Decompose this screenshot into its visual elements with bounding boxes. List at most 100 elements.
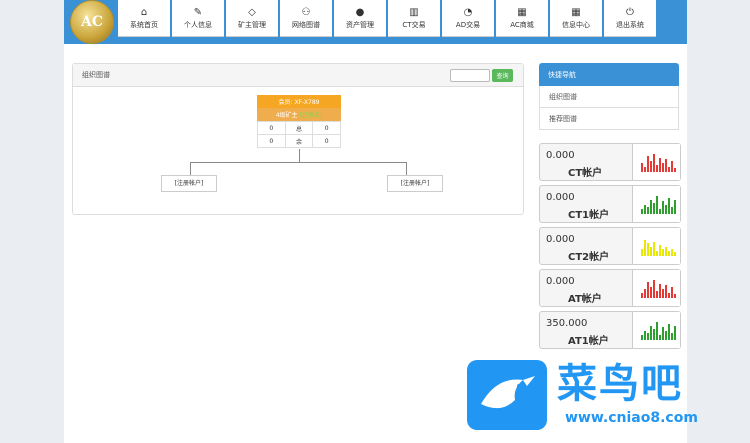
spark-bar — [674, 168, 676, 172]
spark-bar — [671, 207, 673, 214]
account-balance: 0.000 — [546, 192, 575, 203]
tree-connector — [299, 149, 300, 162]
spark-bar — [644, 289, 646, 298]
spark-bar — [662, 201, 664, 214]
spark-bar — [668, 251, 670, 256]
spark-bar — [659, 335, 661, 340]
nav-label: AC商城 — [510, 20, 534, 29]
watermark-url: www.cniao8.com — [565, 410, 698, 426]
spark-bar — [653, 203, 655, 214]
nav-item[interactable]: ▥ CT交易 — [388, 0, 440, 37]
register-account-left[interactable]: [注册帐户] — [161, 175, 217, 192]
spark-bar — [662, 163, 664, 172]
register-account-label: [注册帐户] — [161, 175, 217, 188]
nav-item[interactable]: ▦ 信息中心 — [550, 0, 602, 37]
quick-link-org-chart[interactable]: 组织图谱 — [539, 86, 679, 108]
spark-bar — [665, 159, 667, 172]
nav-label: 信息中心 — [562, 20, 590, 29]
quick-nav: 快捷导航 组织图谱 推荐图谱 — [539, 63, 679, 130]
account-card[interactable]: 0.000 CT1帐户 — [539, 185, 681, 223]
spark-bar — [653, 280, 655, 298]
account-card[interactable]: 0.000 AT帐户 — [539, 269, 681, 307]
row-label: 余 — [284, 134, 314, 148]
account-card[interactable]: 350.000 AT1帐户 — [539, 311, 681, 349]
dashboard-icon: ◔ — [463, 6, 473, 18]
spark-bar — [644, 205, 646, 214]
nav-item[interactable]: ▦ AC商城 — [496, 0, 548, 37]
nav-label: 个人信息 — [184, 20, 212, 29]
nav-item[interactable]: ⚇ 网络图谱 — [280, 0, 332, 37]
spark-bar — [647, 243, 649, 256]
diamond-icon: ◇ — [248, 6, 256, 18]
nav-item[interactable]: ◇ 矿主管理 — [226, 0, 278, 37]
account-card[interactable]: 0.000 CT帐户 — [539, 143, 681, 181]
calendar-icon: ▦ — [517, 6, 527, 18]
spark-bar — [656, 165, 658, 172]
row-label: 总 — [284, 121, 314, 135]
spark-bar — [665, 331, 667, 340]
spark-bar — [668, 198, 670, 214]
bar-chart-icon: ▥ — [409, 6, 419, 18]
spark-bar — [647, 282, 649, 298]
spark-bar — [647, 207, 649, 214]
spark-bar — [659, 209, 661, 214]
spark-bar — [641, 209, 643, 214]
panel-header: 组织图谱 查询 — [73, 64, 523, 87]
search-button[interactable]: 查询 — [492, 69, 513, 82]
spark-bar — [641, 293, 643, 298]
spark-bar — [641, 249, 643, 256]
quick-link-referral-chart[interactable]: 推荐图谱 — [539, 108, 679, 130]
spark-bar — [668, 293, 670, 298]
spark-bar — [650, 200, 652, 214]
spark-bar — [668, 167, 670, 172]
spark-bar — [653, 242, 655, 256]
nav-label: CT交易 — [402, 20, 426, 29]
spark-bar — [671, 249, 673, 256]
account-balance: 350.000 — [546, 318, 588, 329]
sparkline-icon — [632, 270, 680, 306]
spark-bar — [656, 251, 658, 256]
spark-bar — [650, 326, 652, 340]
account-card[interactable]: 0.000 CT2帐户 — [539, 227, 681, 265]
table-row: 0 总 0 — [257, 121, 341, 135]
node-underline — [387, 188, 443, 192]
register-account-right[interactable]: [注册帐户] — [387, 175, 443, 192]
spark-bar — [674, 252, 676, 256]
nav-item[interactable]: ⌂ 系统首页 — [118, 0, 170, 37]
spark-bar — [659, 158, 661, 172]
org-root-node[interactable]: 会员: XF-X789 4级矿主 [已激活] 0 总 0 0 余 0 — [257, 95, 341, 148]
table-row: 0 余 0 — [257, 134, 341, 148]
node-underline — [161, 188, 217, 192]
member-search-input[interactable] — [450, 69, 490, 82]
logo: AC — [70, 0, 114, 44]
account-balance: 0.000 — [546, 234, 575, 245]
sparkline-icon — [632, 186, 680, 222]
level-text: 4级矿主 — [275, 112, 298, 119]
nav-label: 资产管理 — [346, 20, 374, 29]
nav-item[interactable]: ◔ AD交易 — [442, 0, 494, 37]
power-icon: ⏻ — [626, 6, 634, 18]
spark-bar — [659, 245, 661, 256]
spark-bar — [665, 205, 667, 214]
spark-bar — [650, 247, 652, 256]
member-level: 4级矿主 [已激活] — [257, 108, 341, 121]
sparkline-icon — [632, 228, 680, 264]
spark-bar — [647, 333, 649, 340]
edit-icon: ✎ — [193, 6, 203, 18]
spark-bar — [653, 154, 655, 172]
nav-item[interactable]: ● 资产管理 — [334, 0, 386, 37]
spark-bar — [665, 285, 667, 298]
nav-item[interactable]: ✎ 个人信息 — [172, 0, 224, 37]
nav-item[interactable]: ⏻ 退出系统 — [604, 0, 656, 37]
spark-bar — [647, 156, 649, 172]
left-count: 0 — [257, 121, 286, 135]
spark-bar — [662, 249, 664, 256]
watermark-logo — [467, 360, 547, 430]
right-count: 0 — [312, 134, 341, 148]
status-badge: [已激活] — [299, 112, 323, 119]
nav-label: 系统首页 — [130, 20, 158, 29]
account-balance: 0.000 — [546, 150, 575, 161]
left-count: 0 — [257, 134, 286, 148]
spark-bar — [656, 322, 658, 340]
panel-title: 组织图谱 — [82, 71, 110, 79]
